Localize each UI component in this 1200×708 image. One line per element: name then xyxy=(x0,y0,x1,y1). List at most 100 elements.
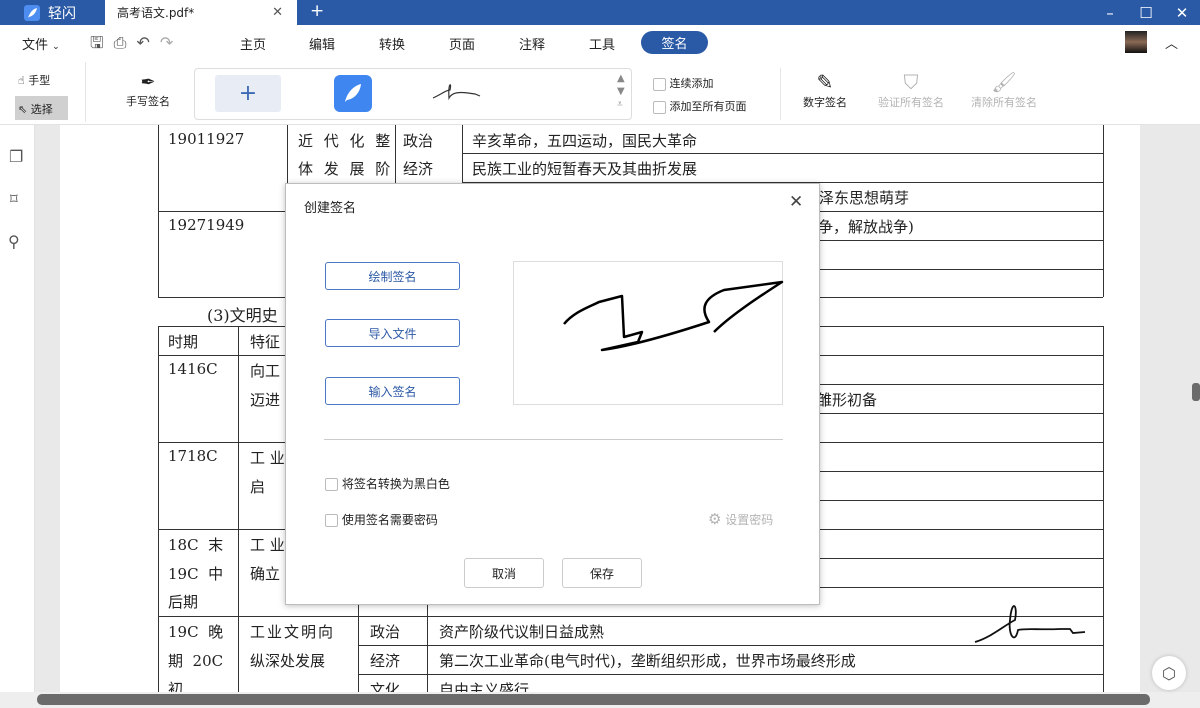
table-rule xyxy=(238,326,239,695)
continuous-add-checkbox[interactable]: 连续添加 xyxy=(653,75,714,91)
cell: 19011927 xyxy=(168,130,244,148)
column-header: 时期 xyxy=(168,331,198,352)
app-tab[interactable]: 轻闪 xyxy=(0,0,105,25)
cell: 纵深处发展 xyxy=(250,650,325,671)
gear-icon: ⚙ xyxy=(708,510,721,528)
require-password-checkbox[interactable]: 使用签名需要密码 xyxy=(325,511,438,528)
horizontal-scroll-thumb[interactable] xyxy=(37,694,1150,705)
import-file-button[interactable]: 导入文件 xyxy=(325,319,460,347)
cell: 确立 xyxy=(250,563,280,584)
cell: 19C 晚 xyxy=(168,621,223,642)
black-white-checkbox[interactable]: 将签名转换为黑白色 xyxy=(325,475,450,492)
cell: 1416C xyxy=(168,360,218,378)
file-menu[interactable]: 文件 ⌄ xyxy=(22,34,60,53)
save-icon[interactable]: 🖫 xyxy=(90,33,114,52)
cell: 工 业 xyxy=(250,447,285,468)
cancel-button[interactable]: 取消 xyxy=(464,558,544,588)
new-tab-button[interactable]: + xyxy=(310,1,324,21)
minimize-icon[interactable]: – xyxy=(1095,0,1125,25)
menu-edit[interactable]: 编辑 xyxy=(309,34,335,53)
cell: 第二次工业革命(电气时代)，垄断组织形成，世界市场最终形成 xyxy=(439,650,856,671)
select-tool[interactable]: ⇖ 选择 xyxy=(15,96,68,120)
placed-signature[interactable] xyxy=(970,600,1120,650)
table-rule xyxy=(462,153,1103,154)
quill-icon: ✒ xyxy=(126,72,170,93)
signature-canvas[interactable] xyxy=(513,261,783,405)
cell: 资产阶级代议制日益成熟 xyxy=(439,621,604,642)
close-window-icon[interactable]: ✕ xyxy=(1167,0,1197,25)
signature-item-handwritten[interactable] xyxy=(430,80,490,102)
cell: 19271949 xyxy=(168,216,244,234)
cell: 泽东思想萌芽 xyxy=(819,187,909,208)
document-tab-title: 高考语文.pdf* xyxy=(117,4,194,21)
continuous-add-label: 连续添加 xyxy=(670,77,714,90)
menu-annotate[interactable]: 注释 xyxy=(519,34,545,53)
print-icon[interactable]: ⎙ xyxy=(114,33,137,52)
close-tab-icon[interactable]: ✕ xyxy=(272,5,283,20)
menu-page[interactable]: 页面 xyxy=(449,34,475,53)
type-signature-button[interactable]: 输入签名 xyxy=(325,377,460,405)
bookmark-icon[interactable]: ⌑ xyxy=(10,190,18,208)
menu-tools[interactable]: 工具 xyxy=(589,34,615,53)
cell: 争，解放战争) xyxy=(818,216,914,237)
feather-icon xyxy=(334,75,372,112)
cell: 启 xyxy=(250,476,265,497)
menu-sign[interactable]: 签名 xyxy=(641,31,708,54)
digital-sign-button[interactable]: ✎数字签名 xyxy=(803,70,847,110)
gallery-scroll-arrows[interactable]: ▲▼⩡ xyxy=(617,72,625,111)
table-rule xyxy=(1103,125,1104,297)
left-sidebar: ❐ ⌑ ⚲ xyxy=(0,125,35,708)
save-button[interactable]: 保存 xyxy=(562,558,642,588)
cell: 经济 xyxy=(403,158,433,179)
cell: 政治 xyxy=(370,621,400,642)
cell: 近 代 化 整 xyxy=(298,130,393,151)
require-password-label: 使用签名需要密码 xyxy=(342,513,438,527)
add-all-pages-checkbox[interactable]: 添加至所有页面 xyxy=(653,98,747,114)
dialog-title: 创建签名 xyxy=(304,197,356,216)
draw-signature-button[interactable]: 绘制签名 xyxy=(325,262,460,290)
pages-icon[interactable]: ❐ xyxy=(9,147,23,166)
undo-icon[interactable]: ↶ xyxy=(136,33,159,52)
cell: 政治 xyxy=(403,130,433,151)
table-rule xyxy=(358,674,1103,675)
set-password-label: 设置密码 xyxy=(725,513,773,527)
cell: 民族工业的短暂春天及其曲折发展 xyxy=(472,158,697,179)
search-icon[interactable]: ⚲ xyxy=(8,232,20,251)
hand-tool[interactable]: ☝ 手型 xyxy=(18,72,50,88)
add-signature-button[interactable]: + xyxy=(215,75,281,112)
cell: 经济 xyxy=(370,650,400,671)
brush-icon: 🖌 xyxy=(971,70,1037,94)
create-signature-dialog: 创建签名 ✕ 绘制签名 导入文件 输入签名 将签名转换为黑白色 使用签名需要密码… xyxy=(285,183,820,605)
feather-logo-icon xyxy=(24,5,40,21)
select-label: 选择 xyxy=(31,103,53,116)
app-name: 轻闪 xyxy=(48,3,76,23)
collapse-ribbon-icon[interactable]: ︿ xyxy=(1165,33,1178,52)
file-menu-label: 文件 xyxy=(22,38,48,53)
set-password-button[interactable]: ⚙ 设置密码 xyxy=(708,510,773,528)
table-rule xyxy=(158,326,159,695)
document-tab[interactable]: 高考语文.pdf* ✕ xyxy=(105,0,297,25)
add-all-pages-label: 添加至所有页面 xyxy=(670,100,747,113)
cell: 雏形初备 xyxy=(817,389,877,410)
menu-convert[interactable]: 转换 xyxy=(379,34,405,53)
menu-home[interactable]: 主页 xyxy=(240,34,266,53)
redo-icon[interactable]: ↷ xyxy=(160,33,183,52)
maximize-icon[interactable]: ☐ xyxy=(1131,0,1161,25)
verify-all-button[interactable]: ⛉验证所有签名 xyxy=(878,70,944,110)
clear-all-button[interactable]: 🖌 清除所有签名 xyxy=(971,70,1037,110)
close-dialog-icon[interactable]: ✕ xyxy=(789,192,803,212)
cell: 工业文明向 xyxy=(250,621,335,642)
vertical-scroll-thumb[interactable] xyxy=(1192,383,1200,401)
pen-icon: ✎ xyxy=(803,70,847,94)
table-rule xyxy=(158,616,1103,617)
user-avatar[interactable] xyxy=(1125,31,1147,53)
cell: 18C 末 xyxy=(168,534,223,555)
clear-all-label: 清除所有签名 xyxy=(971,96,1037,109)
cell: 迈进 xyxy=(250,389,280,410)
cube-icon: ⬡ xyxy=(1162,664,1176,683)
3d-view-button[interactable]: ⬡ xyxy=(1152,656,1186,690)
handwrite-sign-button[interactable]: ✒ 手写签名 xyxy=(126,72,170,109)
signature-item-feather[interactable] xyxy=(334,75,372,112)
shield-doc-icon: ⛉ xyxy=(878,70,944,94)
cell: 期 20C xyxy=(168,650,223,671)
